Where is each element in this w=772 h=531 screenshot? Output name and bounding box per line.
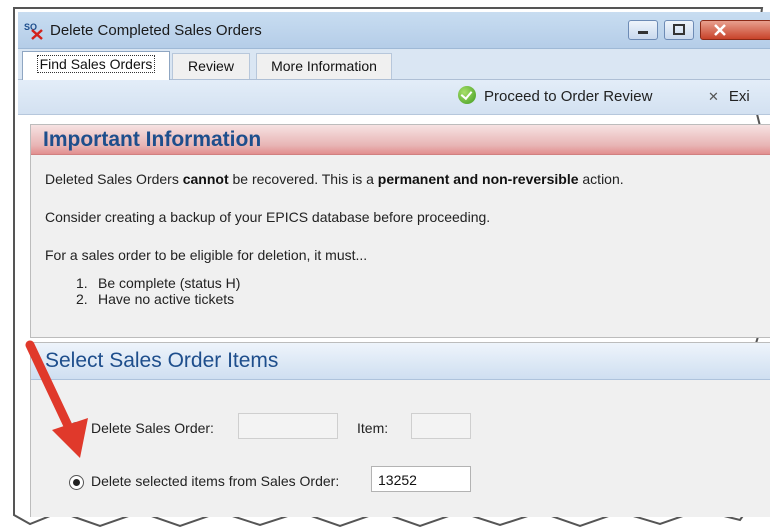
exit-label: Exi <box>728 88 750 105</box>
close-icon <box>714 24 726 36</box>
backup-text: Consider creating a backup of your EPICS… <box>45 209 491 225</box>
delete-sales-order-label: Delete Sales Order: <box>91 420 214 436</box>
item-field[interactable] <box>411 413 471 439</box>
maximize-icon <box>673 24 685 35</box>
delete-sales-order-radio[interactable] <box>69 422 84 437</box>
delete-selected-items-label: Delete selected items from Sales Order: <box>91 473 340 489</box>
tab-more-information[interactable]: More Information <box>256 53 392 79</box>
title-bar: SO Delete Completed Sales Orders <box>18 12 770 49</box>
tab-label: Find Sales Orders <box>36 55 156 73</box>
list-item: 1. Be complete (status H) <box>76 275 241 291</box>
exit-button[interactable]: ✕ Exi <box>708 86 750 108</box>
delete-selected-items-radio[interactable] <box>69 475 84 490</box>
tab-review[interactable]: Review <box>172 53 250 79</box>
panel-heading: Important Information <box>43 128 262 151</box>
sales-order-delete-icon: SO <box>24 22 43 40</box>
sales-order-field[interactable] <box>238 413 338 439</box>
minimize-icon <box>638 31 648 34</box>
important-information-panel: Important Information Deleted Sales Orde… <box>30 124 770 338</box>
conditions-list: 1. Be complete (status H) 2. Have no activ… <box>76 275 240 307</box>
tab-label: Review <box>188 58 234 74</box>
tab-label: More Information <box>271 58 377 74</box>
window-title: Delete Completed Sales Orders <box>50 22 262 39</box>
sales-order-number-field[interactable]: 13252 <box>371 466 471 492</box>
warning-text: Deleted Sales Orders cannot be recovered… <box>45 171 624 187</box>
app-window: SO Delete Completed Sales Orders Find Sa… <box>18 12 770 517</box>
panel-header: Important Information <box>31 125 770 155</box>
minimize-button[interactable] <box>628 20 658 40</box>
tab-bar: Find Sales Orders Review More Informatio… <box>18 49 770 80</box>
select-items-panel: Select Sales Order Items Delete Sales Or… <box>30 342 770 517</box>
close-button[interactable] <box>700 20 770 40</box>
maximize-button[interactable] <box>664 20 694 40</box>
panel-heading: Select Sales Order Items <box>45 349 279 372</box>
proceed-to-order-review-button[interactable]: Proceed to Order Review <box>458 86 652 108</box>
list-item: 2. Have no active tickets <box>76 291 235 307</box>
close-icon: ✕ <box>708 89 719 104</box>
eligibility-text: For a sales order to be eligible for del… <box>45 247 368 263</box>
toolbar: Proceed to Order Review ✕ Exi <box>18 80 770 115</box>
proceed-label: Proceed to Order Review <box>484 88 653 105</box>
item-label: Item: <box>357 420 389 436</box>
checkmark-icon <box>458 86 476 105</box>
tab-find-sales-orders[interactable]: Find Sales Orders <box>22 51 170 80</box>
svg-text:SO: SO <box>24 22 37 32</box>
panel-header: Select Sales Order Items <box>31 343 770 380</box>
